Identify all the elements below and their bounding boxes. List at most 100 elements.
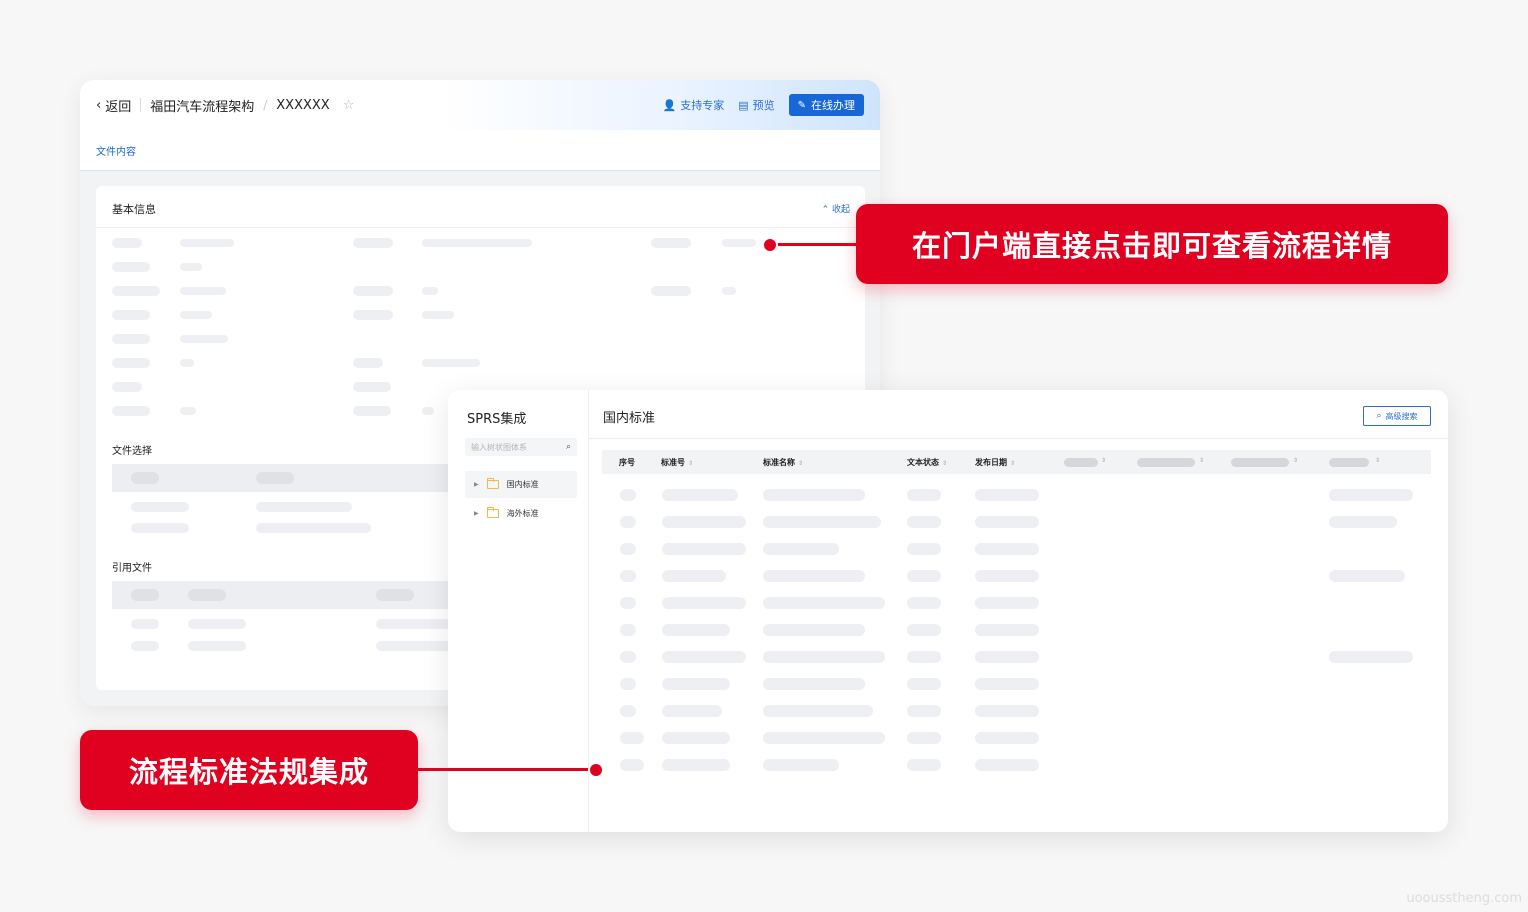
tree-item-domestic[interactable]: ▶ 国内标准 (465, 471, 577, 498)
cell-placeholder (763, 651, 885, 663)
cell-placeholder (662, 705, 722, 717)
cell-placeholder (256, 523, 371, 533)
info-value-placeholder (422, 311, 454, 319)
info-value-placeholder (180, 287, 226, 295)
cell-placeholder (763, 732, 885, 744)
cell-placeholder (1329, 651, 1413, 663)
cell-placeholder (620, 705, 636, 717)
caret-right-icon[interactable]: ▶ (474, 481, 479, 488)
header-placeholder (188, 589, 226, 601)
tree-item-label: 国内标准 (506, 480, 539, 489)
caret-right-icon[interactable]: ▶ (474, 510, 479, 517)
info-label-placeholder (353, 286, 393, 296)
preview-button[interactable]: ▤ 预览 (738, 97, 774, 113)
sort-icon[interactable]: ⇕ (1375, 457, 1380, 464)
search-icon[interactable]: ⌕ (566, 442, 571, 452)
info-label-placeholder (112, 262, 150, 272)
online-process-button[interactable]: ✎ 在线办理 (788, 94, 864, 116)
watermark: uoousstheng.com (1406, 891, 1522, 906)
cell-placeholder (907, 543, 941, 555)
cell-placeholder (907, 759, 941, 771)
online-process-label: 在线办理 (811, 99, 855, 112)
tree-search-input[interactable]: 输入树状图体系 ⌕ (465, 438, 577, 456)
callout-dot (588, 762, 604, 778)
cell-placeholder (620, 759, 644, 771)
tree-item-overseas[interactable]: ▶ 海外标准 (465, 500, 577, 527)
header-actions: 👤 支持专家 ▤ 预览 ✎ 在线办理 (663, 94, 864, 116)
tree-item-label: 海外标准 (506, 509, 539, 518)
cell-placeholder (620, 489, 636, 501)
sort-icon[interactable]: ⇕ (688, 460, 693, 467)
info-label-placeholder (651, 286, 691, 296)
info-label-placeholder (112, 406, 150, 416)
sort-icon[interactable]: ⇕ (942, 460, 947, 467)
cell-placeholder (662, 651, 746, 663)
info-value-placeholder (180, 311, 212, 319)
callout-connector (418, 768, 590, 771)
cell-placeholder (763, 516, 881, 528)
column-header-standard-name[interactable]: 标准名称 ⇕ (763, 457, 803, 468)
column-header-placeholder (1137, 458, 1195, 467)
info-value-placeholder (722, 239, 756, 247)
cell-placeholder (975, 732, 1039, 744)
breadcrumb-item-root[interactable]: 福田汽车流程架构 (150, 96, 254, 115)
cell-placeholder (763, 543, 839, 555)
sort-icon[interactable]: ⇕ (1010, 460, 1015, 467)
cell-placeholder (907, 597, 941, 609)
cell-placeholder (662, 597, 746, 609)
info-value-placeholder (180, 335, 228, 343)
info-label-placeholder (112, 238, 142, 248)
info-value-placeholder (180, 359, 194, 367)
column-header-text-status[interactable]: 文本状态 ⇕ (907, 457, 947, 468)
column-header-label: 标准号 (661, 458, 685, 467)
cell-placeholder (763, 570, 865, 582)
back-button[interactable]: ‹ 返回 (96, 96, 131, 115)
cell-placeholder (975, 597, 1039, 609)
cell-placeholder (662, 624, 730, 636)
cell-placeholder (907, 489, 941, 501)
divider (589, 438, 1448, 439)
cell-placeholder (1329, 489, 1413, 501)
sort-icon[interactable]: ⇕ (1293, 457, 1298, 464)
support-expert-button[interactable]: 👤 支持专家 (663, 97, 725, 113)
cell-placeholder (907, 678, 941, 690)
callout-text: 在门户端直接点击即可查看流程详情 (911, 229, 1392, 263)
standards-sidebar: SPRS集成 输入树状图体系 ⌕ ▶ 国内标准 ▶ 海外标准 (448, 390, 589, 832)
column-header-publish-date[interactable]: 发布日期 ⇕ (975, 457, 1015, 468)
sidebar-title: SPRS集成 (467, 412, 527, 427)
info-label-placeholder (112, 286, 160, 296)
cell-placeholder (662, 570, 726, 582)
header-placeholder (376, 589, 414, 601)
column-header-placeholder (1329, 458, 1369, 467)
sort-icon[interactable]: ⇕ (798, 460, 803, 467)
advanced-search-button[interactable]: ⌕ 高级搜索 (1363, 406, 1431, 426)
cell-placeholder (907, 570, 941, 582)
page-title: 国内标准 (603, 411, 656, 426)
cell-placeholder (662, 732, 730, 744)
callout-dot (762, 237, 778, 253)
cell-placeholder (975, 489, 1039, 501)
cell-placeholder (907, 732, 941, 744)
search-placeholder: 输入树状图体系 (471, 442, 527, 452)
cell-placeholder (188, 619, 246, 629)
preview-label: 预览 (752, 99, 775, 112)
column-header-label: 标准名称 (763, 458, 795, 467)
cell-placeholder (620, 732, 644, 744)
tab-file-content[interactable]: 文件内容 (96, 143, 136, 158)
cell-placeholder (662, 678, 730, 690)
divider (140, 98, 142, 112)
sort-icon[interactable]: ⇕ (1199, 457, 1204, 464)
info-value-placeholder (422, 359, 480, 367)
info-label-placeholder (353, 358, 383, 368)
star-icon[interactable]: ☆ (343, 98, 355, 113)
collapse-button[interactable]: ⌃ 收起 (822, 202, 850, 215)
cell-placeholder (1329, 516, 1397, 528)
info-value-placeholder (180, 239, 234, 247)
cell-placeholder (763, 597, 885, 609)
cell-placeholder (131, 641, 159, 651)
document-icon: ▤ (738, 98, 749, 112)
cell-placeholder (620, 624, 636, 636)
folder-icon (486, 478, 499, 489)
sort-icon[interactable]: ⇕ (1101, 457, 1106, 464)
column-header-standard-no[interactable]: 标准号 ⇕ (661, 457, 693, 468)
